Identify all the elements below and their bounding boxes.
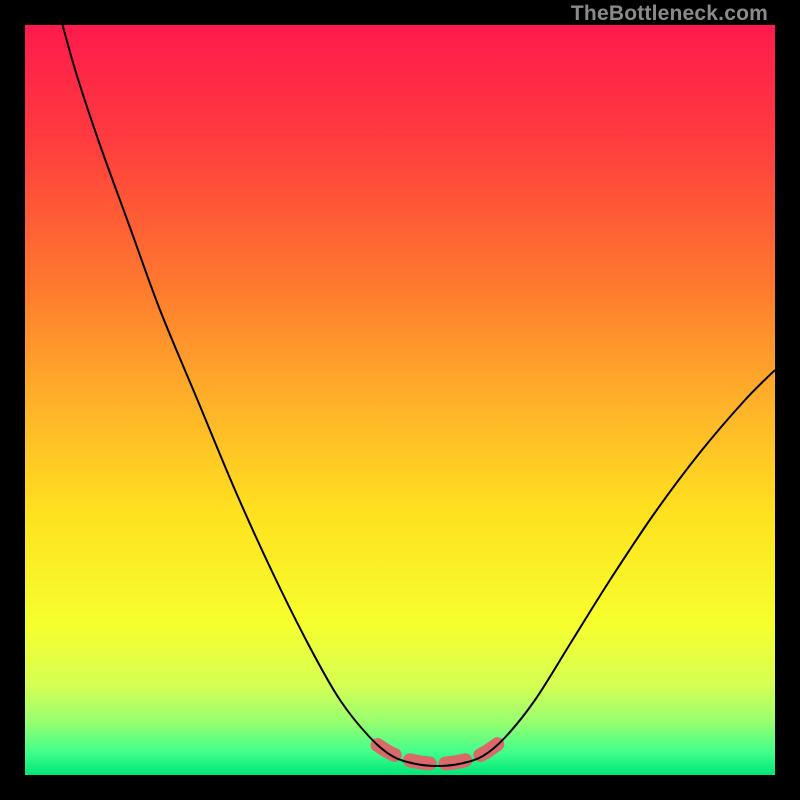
optimal-range-marker [378,741,502,764]
chart-frame [25,25,775,775]
watermark-text: TheBottleneck.com [571,2,768,26]
bottleneck-curve [63,25,776,766]
curve-layer [25,25,775,775]
